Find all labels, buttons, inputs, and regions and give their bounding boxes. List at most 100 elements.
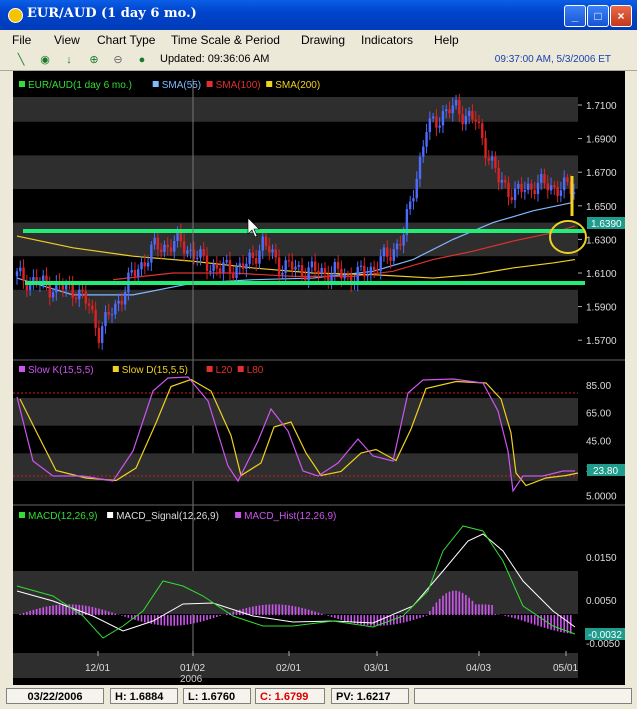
price-tick-label: 1.6700 — [586, 168, 617, 179]
candle-body — [435, 116, 438, 128]
candle-body — [287, 260, 291, 262]
candle-body — [533, 189, 536, 195]
x-axis-year: 2006 — [180, 674, 203, 685]
title-bar[interactable]: EUR/AUD (1 day 6 mo.) _ □ × — [0, 0, 637, 30]
candle-body — [451, 105, 454, 114]
menu-file[interactable]: File — [12, 33, 31, 47]
candle-body — [19, 267, 22, 272]
candle-body — [428, 118, 432, 133]
candle-body — [281, 272, 284, 275]
draw-line-icon[interactable]: ╲ — [14, 53, 28, 67]
legend-swatch — [112, 366, 119, 372]
candle-body — [562, 177, 566, 191]
menu-view[interactable]: View — [54, 33, 80, 47]
candle-body — [369, 266, 373, 275]
candle-body — [251, 252, 255, 259]
x-tick-label: 02/01 — [276, 663, 301, 674]
candle-body — [196, 257, 199, 259]
candle-body — [61, 285, 65, 290]
candle-body — [202, 249, 205, 256]
candle-body — [477, 121, 481, 124]
candle-body — [422, 146, 425, 157]
close-button[interactable]: × — [610, 5, 632, 27]
candle-body — [91, 305, 94, 310]
candle-body — [418, 156, 422, 179]
legend-label: L80 — [247, 365, 264, 376]
menu-time-scale[interactable]: Time Scale & Period — [171, 33, 280, 47]
candle-body — [320, 268, 323, 274]
candle-body — [110, 314, 114, 316]
x-tick-label: 01/02 — [180, 663, 205, 674]
candle-body — [205, 255, 209, 272]
zoom-in-icon[interactable]: ⊕ — [87, 53, 101, 67]
candle-body — [376, 269, 379, 272]
candle-body — [520, 183, 523, 192]
legend-label: SMA(55) — [162, 80, 201, 91]
candle-body — [412, 198, 415, 202]
menu-indicators[interactable]: Indicators — [361, 33, 413, 47]
menu-help[interactable]: Help — [434, 33, 459, 47]
candle-body — [300, 265, 304, 277]
candle-body — [513, 188, 517, 201]
zoom-out-icon[interactable]: ⊖ — [111, 53, 125, 67]
stoch-tick-label: 5.0000 — [586, 492, 617, 503]
candle-body — [179, 231, 183, 242]
menu-chart-type[interactable]: Chart Type — [97, 33, 155, 47]
candle-body — [94, 309, 97, 328]
candle-body — [317, 270, 320, 274]
menu-drawing[interactable]: Drawing — [301, 33, 345, 47]
minimize-button[interactable]: _ — [564, 5, 586, 27]
candle-body — [467, 111, 471, 116]
status-date: 03/22/2006 — [6, 688, 104, 704]
candle-body — [494, 156, 497, 168]
candle-body — [107, 312, 110, 315]
candle-body — [15, 271, 19, 277]
candle-body — [399, 243, 402, 246]
candle-body — [238, 263, 241, 267]
candle-body — [445, 109, 448, 112]
refresh-icon[interactable]: ● — [135, 53, 149, 67]
candle-body — [503, 179, 507, 183]
legend-label: Slow K(15,5,5) — [28, 365, 94, 376]
price-tick-label: 1.6900 — [586, 135, 617, 146]
candle-body — [566, 177, 569, 182]
candle-body — [526, 183, 530, 191]
candle-body — [156, 237, 160, 250]
candle-body — [32, 277, 35, 282]
legend-label: L20 — [216, 365, 233, 376]
candle-body — [199, 249, 202, 258]
candle-body — [536, 182, 540, 195]
last-price-label: 1.6390 — [591, 219, 622, 230]
price-tick-label: 1.7100 — [586, 101, 617, 112]
chart-svg[interactable]: 1.7100 1.6900 1.6700 1.6500 1.6300 1.6100 1.59… — [13, 71, 625, 691]
macd-last-label: -0.0032 — [588, 630, 622, 641]
arrow-down-icon[interactable]: ↓ — [62, 53, 76, 67]
candle-body — [146, 262, 150, 267]
candle-body — [97, 327, 101, 343]
candle-body — [264, 236, 268, 246]
legend-label: MACD_Signal(12,26,9) — [116, 511, 219, 522]
candle-body — [408, 201, 412, 210]
stoch-last-label: 23.80 — [593, 466, 618, 477]
candle-body — [458, 99, 461, 115]
candle-body — [209, 270, 212, 272]
maximize-button[interactable]: □ — [587, 5, 609, 27]
chart-area[interactable]: 1.7100 1.6900 1.6700 1.6500 1.6300 1.6100 1.59… — [13, 71, 625, 691]
candle-body — [189, 249, 192, 251]
candle-body — [464, 115, 468, 125]
x-tick-label: 04/03 — [466, 663, 491, 674]
status-pv: PV: 1.6217 — [331, 688, 409, 704]
candle-body — [143, 262, 146, 267]
candle-body — [114, 303, 117, 315]
candle-body — [232, 273, 235, 279]
legend-label: SMA(200) — [275, 80, 320, 91]
candle-body — [487, 158, 491, 161]
legend-swatch — [266, 81, 273, 87]
status-high: H: 1.6884 — [110, 688, 178, 704]
candle-body — [543, 174, 546, 184]
candle-body — [140, 262, 143, 270]
candle-body — [84, 291, 88, 304]
crosshair-icon[interactable]: ◉ — [38, 53, 52, 67]
candle-body — [186, 250, 189, 254]
candle-body — [438, 125, 441, 128]
